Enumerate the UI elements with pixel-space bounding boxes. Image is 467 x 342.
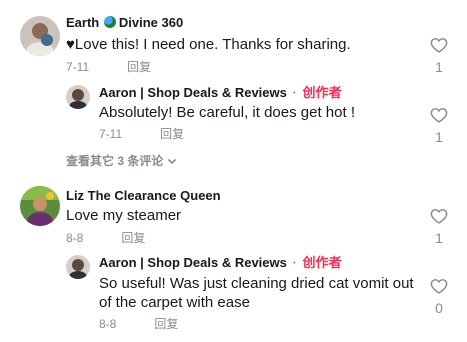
like-button[interactable]: 0 bbox=[429, 278, 449, 316]
globe-emoji-icon bbox=[103, 16, 116, 28]
avatar[interactable] bbox=[20, 186, 60, 226]
comment-author[interactable]: Liz The Clearance Queen bbox=[66, 188, 221, 204]
reply-meta: 8-8 回复 bbox=[99, 317, 178, 331]
reply-text: Absolutely! Be careful, it does get hot … bbox=[99, 104, 355, 121]
comment-meta: 8-8 回复 bbox=[66, 231, 145, 245]
comment-author[interactable]: Earth Divine 360 bbox=[66, 15, 183, 31]
reply-text-line: So useful! Was just cleaning dried cat v… bbox=[99, 275, 414, 292]
view-more-label: 查看其它 3 条评论 bbox=[66, 154, 164, 168]
reply-button[interactable]: 回复 bbox=[121, 231, 145, 245]
like-count: 1 bbox=[435, 230, 443, 246]
creator-badge: 创作者 bbox=[302, 255, 342, 270]
avatar[interactable] bbox=[20, 16, 60, 56]
comments-panel: Earth Divine 360 ♥Love this! I need one.… bbox=[0, 0, 467, 342]
avatar[interactable] bbox=[66, 85, 90, 109]
reply-text-line: of the carpet with ease bbox=[99, 294, 250, 311]
like-count: 1 bbox=[435, 59, 443, 75]
comment-date: 8-8 bbox=[66, 231, 84, 245]
like-button[interactable]: 1 bbox=[429, 37, 449, 75]
author-name: Aaron | Shop Deals & Reviews bbox=[99, 255, 287, 270]
comment-meta: 7-11 回复 bbox=[66, 60, 151, 74]
author-separator: · bbox=[292, 255, 297, 270]
like-button[interactable]: 1 bbox=[429, 107, 449, 145]
reply-date: 7-11 bbox=[99, 127, 123, 141]
comment-text: Love my steamer bbox=[66, 207, 182, 224]
chevron-down-icon bbox=[167, 155, 177, 169]
reply-button[interactable]: 回复 bbox=[127, 60, 151, 74]
author-name: Earth bbox=[66, 15, 100, 30]
author-name: Liz The Clearance Queen bbox=[66, 188, 221, 203]
heart-outline-icon bbox=[430, 279, 448, 294]
author-name-suffix: Divine 360 bbox=[118, 15, 184, 30]
view-more-replies-button[interactable]: 查看其它 3 条评论 bbox=[66, 152, 177, 169]
author-name: Aaron | Shop Deals & Reviews bbox=[99, 85, 287, 100]
like-button[interactable]: 1 bbox=[429, 208, 449, 246]
reply-meta: 7-11 回复 bbox=[99, 127, 184, 141]
heart-outline-icon bbox=[430, 209, 448, 224]
reply-author[interactable]: Aaron | Shop Deals & Reviews · 创作者 bbox=[99, 255, 341, 271]
creator-badge: 创作者 bbox=[302, 85, 342, 100]
like-count: 1 bbox=[435, 129, 443, 145]
heart-outline-icon bbox=[430, 38, 448, 53]
avatar[interactable] bbox=[66, 255, 90, 279]
reply-button[interactable]: 回复 bbox=[154, 317, 178, 331]
comment-text: ♥Love this! I need one. Thanks for shari… bbox=[66, 36, 351, 53]
like-count: 0 bbox=[435, 300, 443, 316]
comment-date: 7-11 bbox=[66, 60, 90, 74]
author-separator: · bbox=[292, 85, 297, 100]
reply-text: So useful! Was just cleaning dried cat v… bbox=[99, 274, 414, 312]
reply-author[interactable]: Aaron | Shop Deals & Reviews · 创作者 bbox=[99, 85, 341, 101]
reply-button[interactable]: 回复 bbox=[160, 127, 184, 141]
heart-outline-icon bbox=[430, 108, 448, 123]
reply-date: 8-8 bbox=[99, 317, 117, 331]
